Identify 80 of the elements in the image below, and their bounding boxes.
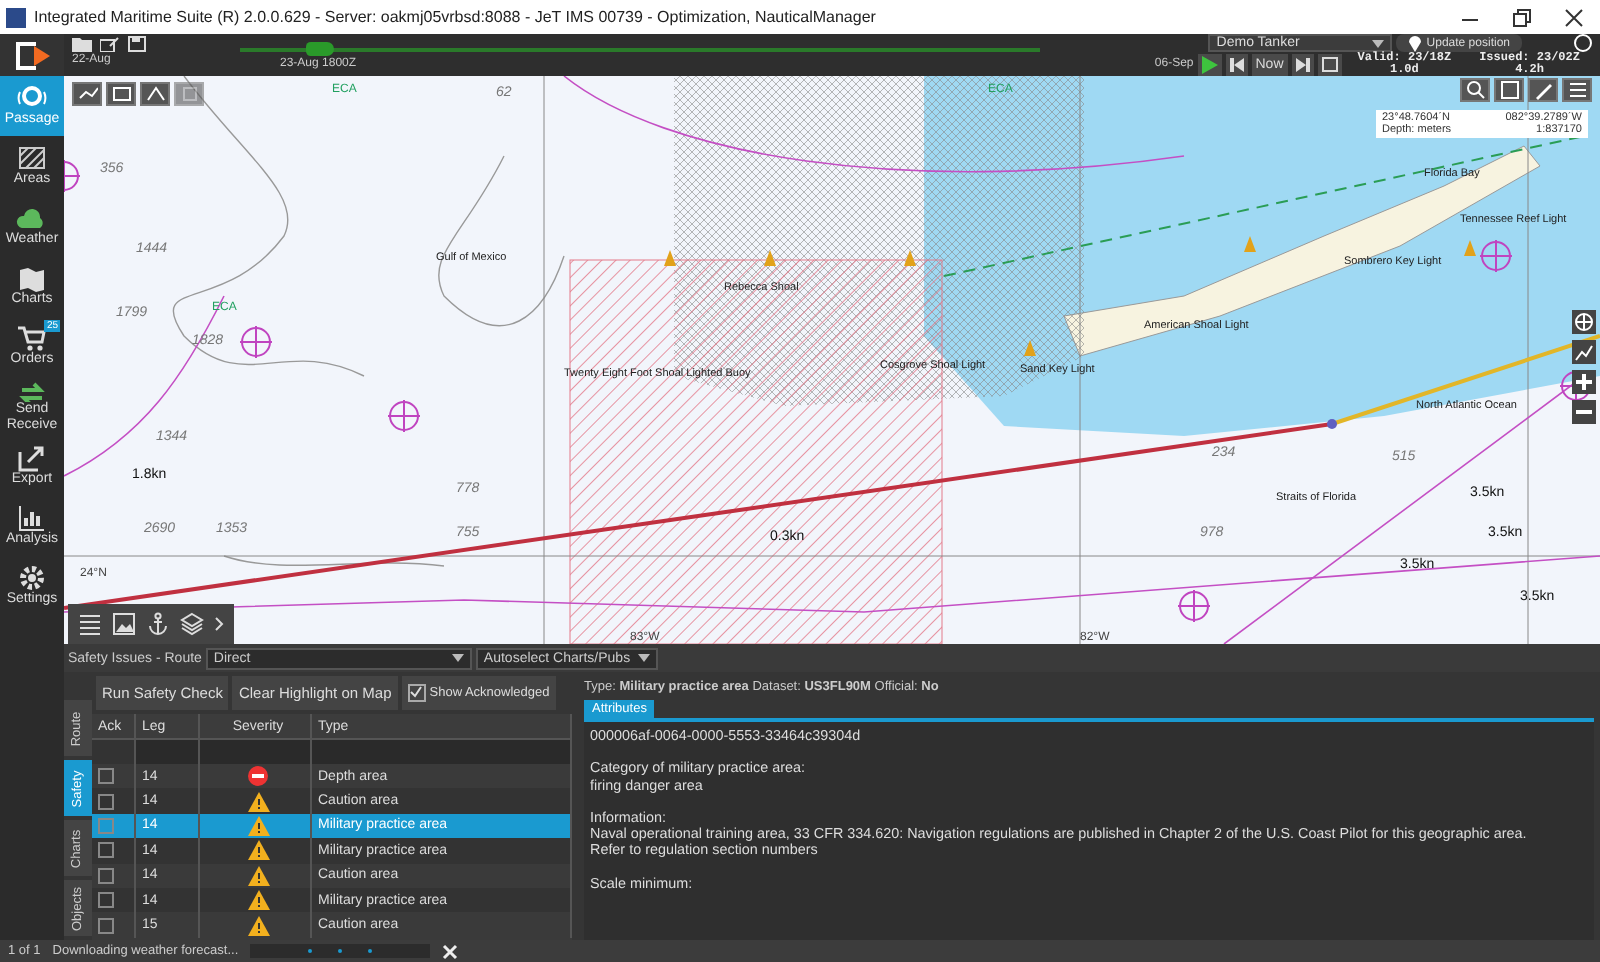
areas-icon [16,144,48,173]
ack-checkbox[interactable] [98,867,114,884]
warning-icon [247,815,269,836]
anchor-icon[interactable] [146,612,170,636]
caret-icon [638,654,651,662]
compass-rose-icon [1559,369,1593,403]
filter-field[interactable] [136,740,200,764]
globe-icon [1574,312,1594,332]
search-icon [1465,80,1485,100]
close-icon[interactable] [1564,7,1584,27]
filter-field[interactable] [200,740,312,764]
settings-icon [16,564,48,593]
ack-checkbox[interactable] [98,917,114,934]
warning-icon [247,890,269,911]
compass-rose-icon [387,399,421,433]
list-button[interactable] [1562,78,1592,102]
vessel-icon[interactable] [306,42,334,56]
route-tool-button[interactable] [72,82,102,106]
app-icon [6,7,26,27]
window-title: Integrated Maritime Suite (R) 2.0.0.629 - Server: oakmj05vrbsd:8088 - JeT IMS 00739 - Optimization, NauticalManager [34,8,878,26]
compass-rose-icon [1177,589,1211,623]
compass-rose-icon [1479,239,1513,273]
calendar-button[interactable] [1317,53,1342,75]
caret-icon [451,654,464,662]
route-icon [1574,342,1594,362]
app-logo[interactable] [0,34,64,76]
step-forward-button[interactable] [1291,53,1314,75]
charts-icon [16,264,48,293]
waypoint-marker [1327,419,1337,429]
weather-icon [16,204,48,233]
ack-checkbox[interactable] [98,768,114,785]
light-icon [904,250,916,266]
compass-rose-icon [64,159,81,193]
export-icon [16,444,48,473]
globe-button[interactable] [1572,310,1596,334]
chevron-icon[interactable] [214,616,224,632]
square-icon [179,86,199,102]
zoom-in-button[interactable] [1572,370,1596,394]
light-icon [764,250,776,266]
ack-checkbox[interactable] [98,842,114,859]
square-icon [1499,80,1519,100]
analysis-icon [16,504,48,533]
legend-icon[interactable] [78,612,102,636]
compass-rose-icon [239,325,273,359]
send-icon [16,380,48,403]
filter-field[interactable] [312,740,572,764]
light-icon [1024,340,1036,356]
step-back-button[interactable] [1225,53,1248,75]
peak-icon [145,86,165,102]
light-icon [1244,236,1256,252]
save-icon[interactable] [128,36,148,52]
chart-button[interactable] [1494,78,1524,102]
layers-icon[interactable] [180,612,204,636]
warning-icon [247,840,269,861]
play-button[interactable] [1197,53,1222,75]
route-icon [77,86,97,102]
route-view-button[interactable] [1572,340,1596,364]
pencil-button[interactable] [1528,78,1558,102]
waypoint-tool-button[interactable] [140,82,170,106]
list-icon [1567,80,1587,100]
areas-tool-button[interactable] [106,82,136,106]
restore-icon[interactable] [1512,7,1532,27]
ack-checkbox[interactable] [98,817,114,834]
ack-checkbox[interactable] [98,892,114,909]
warning-icon [247,791,269,812]
warning-icon [247,865,269,886]
pencil-icon [1533,80,1553,100]
import-icon[interactable] [100,36,120,52]
plus-icon [1574,372,1594,392]
orders-icon [16,324,48,353]
check-icon [410,686,423,698]
light-icon [1464,240,1476,256]
search-button[interactable] [1460,78,1490,102]
error-icon [248,766,268,787]
ack-checkbox[interactable] [98,793,114,810]
image-icon[interactable] [112,612,136,636]
square-icon [111,86,131,102]
help-icon[interactable] [1574,34,1592,52]
caret-icon [1372,39,1385,47]
zoom-out-button[interactable] [1572,400,1596,424]
